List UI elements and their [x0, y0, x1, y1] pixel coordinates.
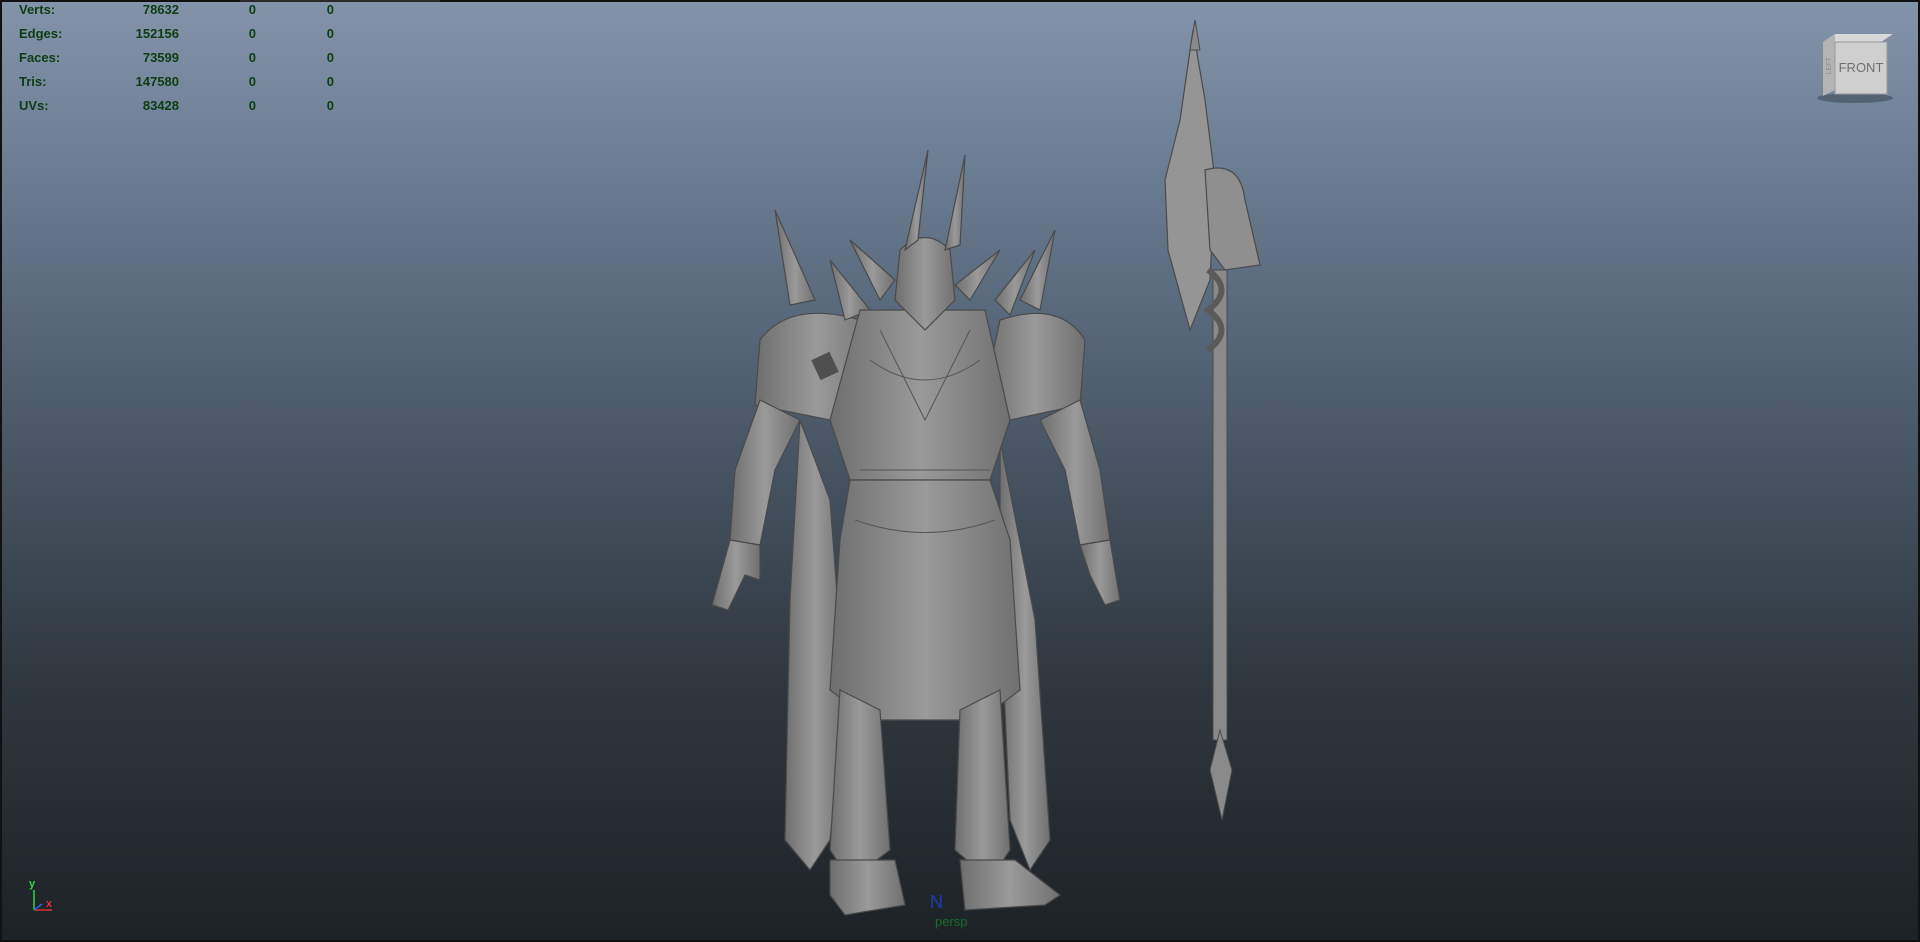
- axis-x-label: x: [46, 898, 53, 910]
- pivot-marker-icon: N: [930, 892, 943, 912]
- armored-knight-model[interactable]: N: [0, 0, 1920, 942]
- halberd-model[interactable]: [1164, 19, 1261, 821]
- 3d-viewport[interactable]: Verts: 78632 0 0 Edges: 152156 0 0 Faces…: [0, 0, 1920, 942]
- axis-y-label: y: [29, 878, 36, 890]
- camera-name-label: persp: [935, 914, 968, 929]
